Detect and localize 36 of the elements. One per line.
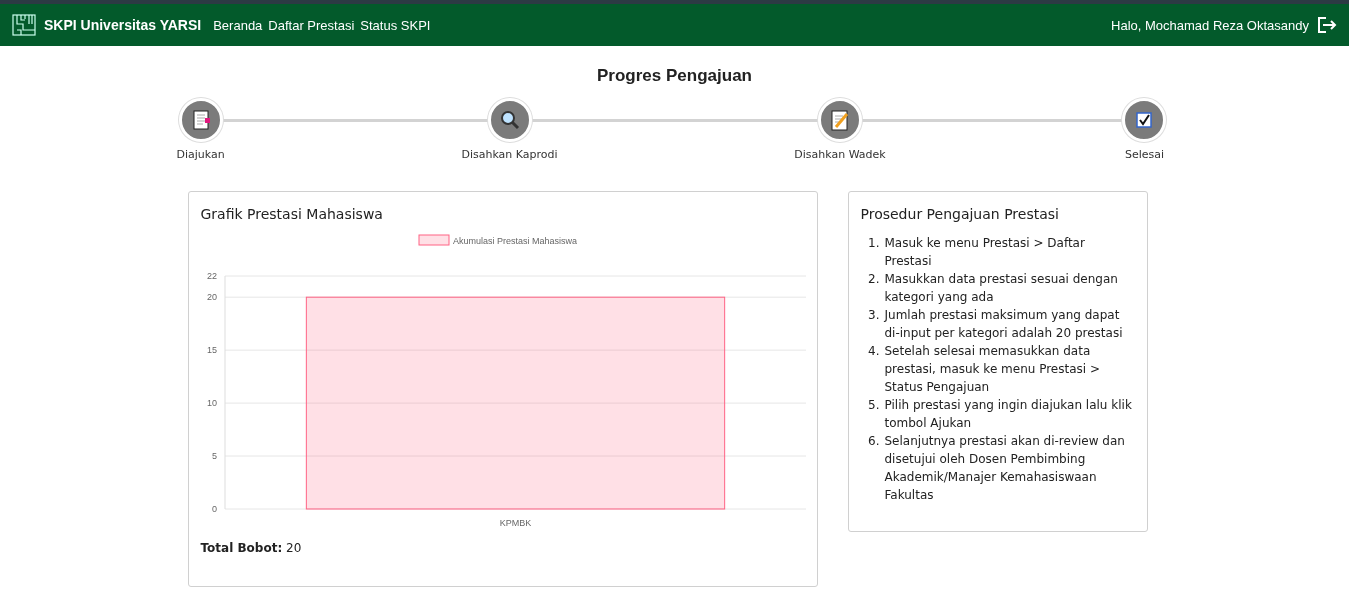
legend-item[interactable]: Akumulasi Prestasi Mahasiswa (418, 234, 577, 246)
step-number: 4. (867, 343, 880, 360)
y-tick-label: 20 (206, 292, 217, 303)
procedure-step: Pilih prestasi yang ingin diajukan lalu klik tombol Ajukan (884, 396, 1135, 432)
brand-name[interactable]: SKPI Universitas YARSI (44, 17, 202, 33)
step-number: 6. (867, 433, 880, 450)
card-title: Grafik Prestasi Mahasiswa (200, 206, 384, 222)
page-title: Progres Pengajuan (597, 66, 752, 86)
step-number: 1. (867, 235, 880, 252)
nav-link[interactable]: Beranda (213, 17, 263, 33)
procedure-step: Masukkan data prestasi sesuai dengan kategori yang ada (884, 270, 1135, 306)
y-tick-label: 0 (211, 504, 217, 514)
procedure-step: Jumlah prestasi maksimum yang dapat di-input per kategori adalah 20 prestasi (884, 306, 1135, 342)
step-label: Disahkan Wadek (794, 148, 886, 161)
nav-link[interactable]: Daftar Prestasi (268, 17, 355, 33)
procedure-step: Masuk ke menu Prestasi > Daftar Prestasi (884, 234, 1135, 270)
legend-label: Akumulasi Prestasi Mahasiswa (452, 236, 577, 246)
y-tick-label: 5 (211, 451, 217, 462)
y-tick-label: 15 (206, 345, 217, 356)
y-tick-label: 10 (206, 398, 217, 409)
step-label: Diajukan (176, 148, 225, 161)
step-label: Selesai (1124, 148, 1165, 161)
step-label: Disahkan Kaprodi (461, 148, 558, 161)
y-tick-label: 22 (206, 271, 217, 281)
nav-link[interactable]: Status SKPI (360, 17, 431, 33)
procedure-step: Setelah selesai memasukkan data prestasi, masuk ke menu Prestasi > Status Pengajuan (884, 342, 1135, 396)
step-number: 2. (867, 271, 880, 288)
procedure-step: Selanjutnya prestasi akan di-review dan disetujui oleh Dosen Pembimbing Akademik/Manajer Kemahasiswaan Fakultas (884, 432, 1135, 504)
total-text: Total Bobot: 20 (200, 541, 303, 555)
logo-icon (12, 14, 36, 36)
greeting-text: Halo, Mochamad Reza Oktasandy (1111, 17, 1309, 33)
step-number: 5. (867, 397, 880, 414)
step-number: 3. (867, 307, 880, 324)
logout-icon[interactable] (1317, 16, 1337, 34)
x-axis-label: KPMBK (499, 518, 531, 528)
card-title: Prosedur Pengajuan Prestasi (860, 206, 1060, 222)
